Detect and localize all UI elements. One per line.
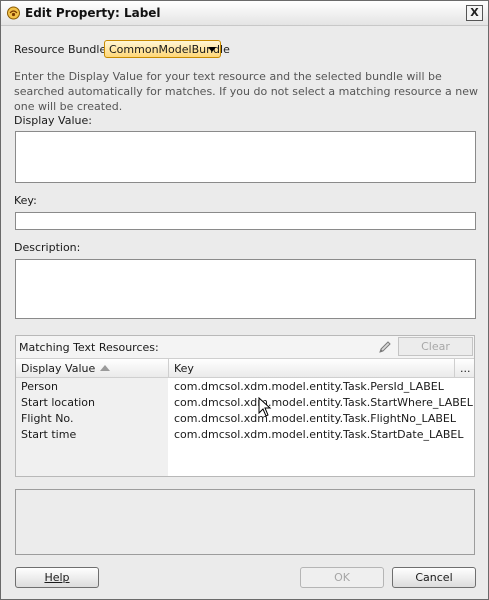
close-button[interactable]: X: [466, 5, 483, 21]
table-row[interactable]: Start time com.dmcsol.xdm.model.entity.T…: [16, 427, 474, 443]
matching-resources-label: Matching Text Resources:: [19, 341, 159, 354]
key-field[interactable]: [15, 212, 476, 230]
ok-button[interactable]: OK: [300, 567, 384, 588]
column-divider[interactable]: [454, 359, 455, 377]
column-header-key[interactable]: Key: [174, 362, 194, 375]
row-key: com.dmcsol.xdm.model.entity.Task.FlightN…: [174, 412, 456, 425]
matching-resources-header: Matching Text Resources: Clear Selection: [16, 336, 474, 370]
column-header-display-value[interactable]: Display Value: [21, 362, 111, 375]
table-row[interactable]: Start location com.dmcsol.xdm.model.enti…: [16, 395, 474, 411]
row-key: com.dmcsol.xdm.model.entity.Task.StartWh…: [174, 396, 473, 409]
table-row[interactable]: Flight No. com.dmcsol.xdm.model.entity.T…: [16, 411, 474, 427]
clear-selection-button[interactable]: Clear Selection: [398, 337, 473, 370]
resource-bundle-label: Resource Bundle:: [14, 43, 110, 56]
app-icon: [7, 6, 20, 20]
table-row[interactable]: Person com.dmcsol.xdm.model.entity.Task.…: [16, 379, 474, 395]
sort-ascending-icon: [100, 365, 111, 371]
matching-resources-table: Display Value Key ... Person com.dmcsol.…: [16, 358, 474, 476]
column-divider[interactable]: [168, 359, 169, 377]
preview-area: [15, 489, 475, 555]
column-menu-button[interactable]: ...: [460, 362, 471, 375]
row-display-value: Start time: [21, 428, 77, 441]
title-bar: Edit Property: Label X: [1, 1, 488, 26]
chevron-down-icon: [208, 47, 216, 52]
row-key: com.dmcsol.xdm.model.entity.Task.StartDa…: [174, 428, 464, 441]
resource-bundle-select[interactable]: CommonModelBundle: [104, 40, 230, 58]
description-label: Description:: [14, 241, 81, 254]
cancel-button[interactable]: Cancel: [392, 567, 476, 588]
row-display-value: Start location: [21, 396, 96, 409]
display-value-label: Display Value:: [14, 114, 92, 127]
display-value-field[interactable]: [15, 131, 476, 183]
column-header-display-value-label: Display Value: [21, 362, 96, 375]
help-button-label: Help: [44, 571, 70, 584]
help-button[interactable]: Help: [15, 567, 99, 588]
pencil-icon[interactable]: [377, 339, 393, 355]
description-field[interactable]: [15, 259, 476, 319]
dialog-title: Edit Property: Label: [25, 6, 161, 20]
matching-resources-panel: Matching Text Resources: Clear Selection…: [15, 335, 475, 477]
table-header: Display Value Key ...: [16, 358, 474, 378]
key-label: Key:: [14, 194, 37, 207]
row-key: com.dmcsol.xdm.model.entity.Task.PersId_…: [174, 380, 444, 393]
edit-property-dialog: Edit Property: Label X Resource Bundle: …: [0, 0, 489, 600]
row-display-value: Person: [21, 380, 58, 393]
instruction-text: Enter the Display Value for your text re…: [14, 70, 478, 113]
row-display-value: Flight No.: [21, 412, 74, 425]
mouse-pointer-icon: [258, 397, 272, 417]
